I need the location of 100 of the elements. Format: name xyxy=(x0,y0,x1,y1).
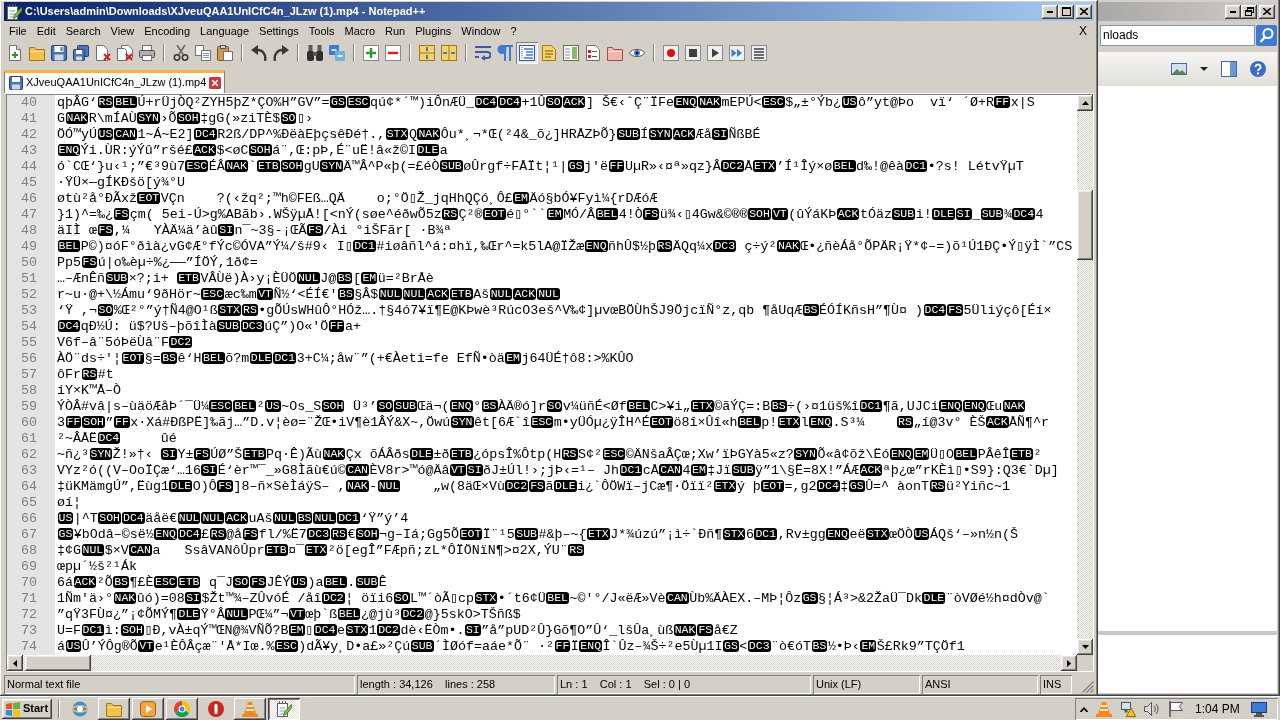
help-icon[interactable] xyxy=(1250,61,1266,77)
menu-item[interactable]: Search xyxy=(60,23,106,39)
chevron-up-icon[interactable] xyxy=(1080,706,1088,712)
speaker-icon[interactable] xyxy=(1144,701,1160,717)
menu-item[interactable]: Edit xyxy=(31,23,61,39)
code-text: ²Õ xyxy=(96,575,113,590)
code-text: tÓäz xyxy=(859,207,892,222)
control-code: ETX xyxy=(713,480,737,492)
vertical-scrollbar[interactable] xyxy=(1077,95,1093,655)
preview-pane-icon[interactable] xyxy=(1221,61,1237,77)
code-text: qþÂG‘ xyxy=(57,95,97,110)
scroll-up-button[interactable] xyxy=(1077,95,1093,111)
file-tab[interactable]: XJveuQAA1UnICfC4n_JLzw (1).mp4 xyxy=(4,70,226,93)
scroll-left-button[interactable] xyxy=(7,655,23,671)
caret-down-icon[interactable] xyxy=(1200,67,1208,71)
print-button[interactable] xyxy=(136,42,158,64)
menu-item[interactable]: Tools xyxy=(303,23,340,39)
start-button[interactable]: Start xyxy=(2,699,52,719)
code-text: )a xyxy=(307,575,324,590)
indent-guide-button[interactable] xyxy=(516,42,538,64)
line-number: 63 xyxy=(7,463,55,479)
minimize-button[interactable] xyxy=(1042,4,1058,19)
menu-item[interactable]: ? xyxy=(505,23,522,39)
show-all-characters-button[interactable] xyxy=(494,42,516,64)
line-number: 44 xyxy=(7,159,55,175)
zoom-in-button[interactable] xyxy=(360,42,382,64)
maximize-button[interactable] xyxy=(1058,4,1074,19)
scrollbar-thumb[interactable] xyxy=(25,655,91,671)
monitor-icon[interactable] xyxy=(1250,701,1267,717)
copy-icon xyxy=(195,45,211,61)
close-all-button[interactable] xyxy=(114,42,136,64)
control-code: DLE xyxy=(932,208,955,220)
paste-button[interactable] xyxy=(214,42,236,64)
play-macro-button[interactable] xyxy=(704,42,726,64)
run-macro-multiple-button[interactable] xyxy=(726,42,748,64)
scrollbar-thumb[interactable] xyxy=(1077,190,1093,260)
clipboard-icon xyxy=(217,45,233,61)
control-code: EM xyxy=(513,192,529,204)
minimize-button[interactable] xyxy=(1225,4,1241,19)
media-player-button[interactable] xyxy=(234,698,266,720)
stop-recording-button[interactable] xyxy=(682,42,704,64)
menu-item[interactable]: Plugins xyxy=(410,23,457,39)
search-field[interactable]: nloads xyxy=(1100,24,1255,46)
horizontal-scrollbar[interactable] xyxy=(7,655,1077,671)
control-code: EOT xyxy=(459,528,483,540)
flag-icon[interactable] xyxy=(1168,701,1184,717)
sync-vertical-button[interactable] xyxy=(416,42,438,64)
find-button[interactable] xyxy=(304,42,326,64)
code-text: 4!Ò xyxy=(618,207,643,222)
control-code: BS xyxy=(802,304,819,316)
control-code: SUB xyxy=(515,528,539,540)
network-warning-icon[interactable] xyxy=(1120,701,1136,717)
close-document-button[interactable]: X xyxy=(1074,23,1092,39)
close-button[interactable] xyxy=(1259,4,1275,19)
menu-item[interactable]: Language xyxy=(195,23,255,39)
save-all-button[interactable] xyxy=(70,42,92,64)
menu-item[interactable]: Encoding xyxy=(139,23,196,39)
code-text: Ï¨¹5 xyxy=(482,527,515,542)
picture-icon[interactable] xyxy=(1171,63,1187,75)
code-text: cÅ xyxy=(642,463,659,478)
restore-button[interactable] xyxy=(1241,4,1257,19)
code-text: ,¼ YÀÄ¼ä’àû xyxy=(113,223,218,238)
browser-button[interactable] xyxy=(166,698,198,720)
menu-item[interactable]: Window xyxy=(456,23,506,39)
zoom-out-button[interactable] xyxy=(382,42,404,64)
document-map-button[interactable] xyxy=(560,42,582,64)
code-text: ¶ã,UJCi xyxy=(882,399,939,414)
code-text: øí¦ xyxy=(57,495,81,510)
code-text: VÇn ?(‹žq²;™h©FEß…QÄ o;°Ö▯Ž_jqHhQÇó¸Ô£ xyxy=(160,191,513,206)
media-player-button[interactable] xyxy=(132,698,164,720)
menu-item[interactable]: Run xyxy=(380,23,411,39)
control-code: DC3 xyxy=(307,528,331,540)
menu-item[interactable]: File xyxy=(4,23,32,39)
copy-button[interactable] xyxy=(192,42,214,64)
close-button[interactable] xyxy=(1076,4,1092,19)
redo-arrow-icon xyxy=(273,45,289,61)
control-code: CAN xyxy=(346,464,369,476)
control-code: SUB xyxy=(217,320,240,332)
close-icon[interactable] xyxy=(209,77,222,89)
notepad-button[interactable] xyxy=(268,698,300,720)
scroll-down-button[interactable] xyxy=(1077,639,1093,655)
control-code: ETX xyxy=(587,528,610,540)
menu-item[interactable]: Macro xyxy=(339,23,381,39)
control-code: SO xyxy=(546,400,563,412)
scroll-right-button[interactable] xyxy=(1061,655,1077,671)
save-macro-button[interactable] xyxy=(748,42,770,64)
menu-item[interactable]: View xyxy=(105,23,140,39)
control-code: ENQ xyxy=(939,400,962,412)
search-button[interactable] xyxy=(1256,24,1277,46)
file-explorer-button[interactable] xyxy=(98,698,130,720)
menu-item[interactable]: Settings xyxy=(254,23,304,39)
control-code: EOT xyxy=(650,416,673,428)
control-code: DC2 xyxy=(721,160,745,172)
record-macro-button[interactable] xyxy=(660,42,682,64)
code-text: 5Üliýçô[Éí× xyxy=(963,303,1052,318)
control-code: SO xyxy=(545,96,562,108)
line-number: 43 xyxy=(7,143,55,159)
sync-horizontal-button[interactable] xyxy=(438,42,460,64)
control-code: DC3 xyxy=(240,320,264,332)
save-button[interactable] xyxy=(48,42,70,64)
